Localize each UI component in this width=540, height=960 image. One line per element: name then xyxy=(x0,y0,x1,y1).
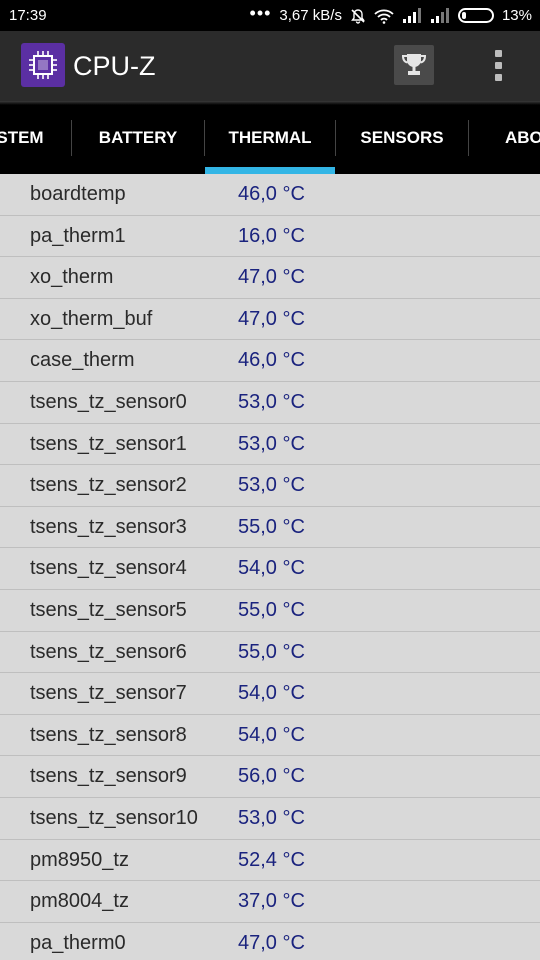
list-item: tsens_tz_sensor5 55,0 °C xyxy=(0,590,540,632)
sensor-value: 46,0 °C xyxy=(238,349,305,372)
sensor-value: 47,0 °C xyxy=(238,931,305,954)
list-item: tsens_tz_sensor1 53,0 °C xyxy=(0,424,540,466)
sensor-value: 55,0 °C xyxy=(238,640,305,663)
sensor-value: 53,0 °C xyxy=(238,432,305,455)
sensor-value: 54,0 °C xyxy=(238,723,305,746)
sensor-name: pm8950_tz xyxy=(30,848,129,871)
sensor-value: 46,0 °C xyxy=(238,183,305,205)
list-item: tsens_tz_sensor3 55,0 °C xyxy=(0,507,540,549)
sensor-name: tsens_tz_sensor1 xyxy=(30,432,187,455)
sensor-value: 53,0 °C xyxy=(238,806,305,829)
signal-icon xyxy=(402,8,422,23)
battery-fill xyxy=(461,12,467,19)
battery-icon xyxy=(457,8,494,23)
tab-system[interactable]: STEM xyxy=(0,101,70,174)
list-item: tsens_tz_sensor2 53,0 °C xyxy=(0,465,540,507)
sensor-value: 55,0 °C xyxy=(238,598,305,621)
sensor-name: tsens_tz_sensor2 xyxy=(30,474,187,497)
sensor-name: tsens_tz_sensor8 xyxy=(30,723,187,746)
sensor-name: xo_therm_buf xyxy=(30,307,153,330)
sensor-value: 16,0 °C xyxy=(238,224,305,247)
list-item: boardtemp 46,0 °C xyxy=(0,174,540,216)
app-title: CPU-Z xyxy=(73,51,156,81)
notification-dots: ••• xyxy=(249,3,272,23)
sensor-name: tsens_tz_sensor7 xyxy=(30,682,187,705)
sensor-value: 54,0 °C xyxy=(238,682,305,705)
wifi-icon xyxy=(374,8,394,24)
sensor-name: boardtemp xyxy=(30,183,126,205)
sensor-name: tsens_tz_sensor4 xyxy=(30,557,187,580)
battery-percent: 13% xyxy=(501,7,532,24)
list-item: xo_therm 47,0 °C xyxy=(0,257,540,299)
menu-dot xyxy=(494,61,502,69)
list-item: xo_therm_buf 47,0 °C xyxy=(0,299,540,341)
trophy-icon xyxy=(401,54,427,75)
sensor-name: tsens_tz_sensor0 xyxy=(30,390,187,413)
sensor-name: tsens_tz_sensor10 xyxy=(30,806,198,829)
list-item: tsens_tz_sensor4 54,0 °C xyxy=(0,548,540,590)
menu-dot xyxy=(494,73,502,81)
sensor-name: tsens_tz_sensor3 xyxy=(30,515,187,538)
list-item: tsens_tz_sensor9 56,0 °C xyxy=(0,756,540,798)
status-bar: 17:39 ••• 3,67 kB/s 13% xyxy=(0,0,540,31)
tab-sensors[interactable]: SENSORS xyxy=(336,101,468,174)
sensor-name: tsens_tz_sensor5 xyxy=(30,598,187,621)
thermal-list[interactable]: boardtemp 46,0 °C pa_therm1 16,0 °C xo_therm… xyxy=(0,174,540,960)
signal-icon-2 xyxy=(430,8,450,23)
sensor-value: 47,0 °C xyxy=(238,307,305,330)
list-item: tsens_tz_sensor8 54,0 °C xyxy=(0,715,540,757)
list-item: tsens_tz_sensor7 54,0 °C xyxy=(0,673,540,715)
active-tab-indicator xyxy=(205,167,335,174)
tab-bar: STEM BATTERY THERMAL SENSORS ABO xyxy=(0,101,540,174)
sensor-name: xo_therm xyxy=(30,266,114,289)
tab-thermal[interactable]: THERMAL xyxy=(205,101,335,174)
network-speed: 3,67 kB/s xyxy=(279,7,342,24)
overflow-menu-button[interactable] xyxy=(484,45,512,85)
cpu-chip-icon xyxy=(21,43,65,87)
sensor-value: 53,0 °C xyxy=(238,474,305,497)
list-item: tsens_tz_sensor0 53,0 °C xyxy=(0,382,540,424)
app-bar: CPU-Z xyxy=(0,31,540,101)
sensor-name: case_therm xyxy=(30,349,135,372)
sensor-value: 54,0 °C xyxy=(238,557,305,580)
list-item: pm8950_tz 52,4 °C xyxy=(0,840,540,882)
list-item: case_therm 46,0 °C xyxy=(0,340,540,382)
sensor-name: pa_therm0 xyxy=(30,931,126,954)
menu-dot xyxy=(494,49,502,57)
sensor-name: pm8004_tz xyxy=(30,890,129,913)
sensor-value: 56,0 °C xyxy=(238,765,305,788)
sensor-value: 55,0 °C xyxy=(238,515,305,538)
list-item: pa_therm0 47,0 °C xyxy=(0,923,540,960)
sensor-value: 47,0 °C xyxy=(238,266,305,289)
list-item: tsens_tz_sensor6 55,0 °C xyxy=(0,632,540,674)
tab-battery[interactable]: BATTERY xyxy=(72,101,204,174)
list-item: pm8004_tz 37,0 °C xyxy=(0,881,540,923)
sensor-value: 37,0 °C xyxy=(238,890,305,913)
sensor-name: pa_therm1 xyxy=(30,224,126,247)
sensor-value: 53,0 °C xyxy=(238,390,305,413)
list-item: pa_therm1 16,0 °C xyxy=(0,216,540,258)
status-time: 17:39 xyxy=(9,7,47,24)
mute-bell-icon xyxy=(350,8,366,24)
sensor-name: tsens_tz_sensor6 xyxy=(30,640,187,663)
tab-about[interactable]: ABO xyxy=(469,101,540,174)
sensor-name: tsens_tz_sensor9 xyxy=(30,765,187,788)
list-item: tsens_tz_sensor10 53,0 °C xyxy=(0,798,540,840)
sensor-value: 52,4 °C xyxy=(238,848,305,871)
trophy-button[interactable] xyxy=(394,45,434,85)
